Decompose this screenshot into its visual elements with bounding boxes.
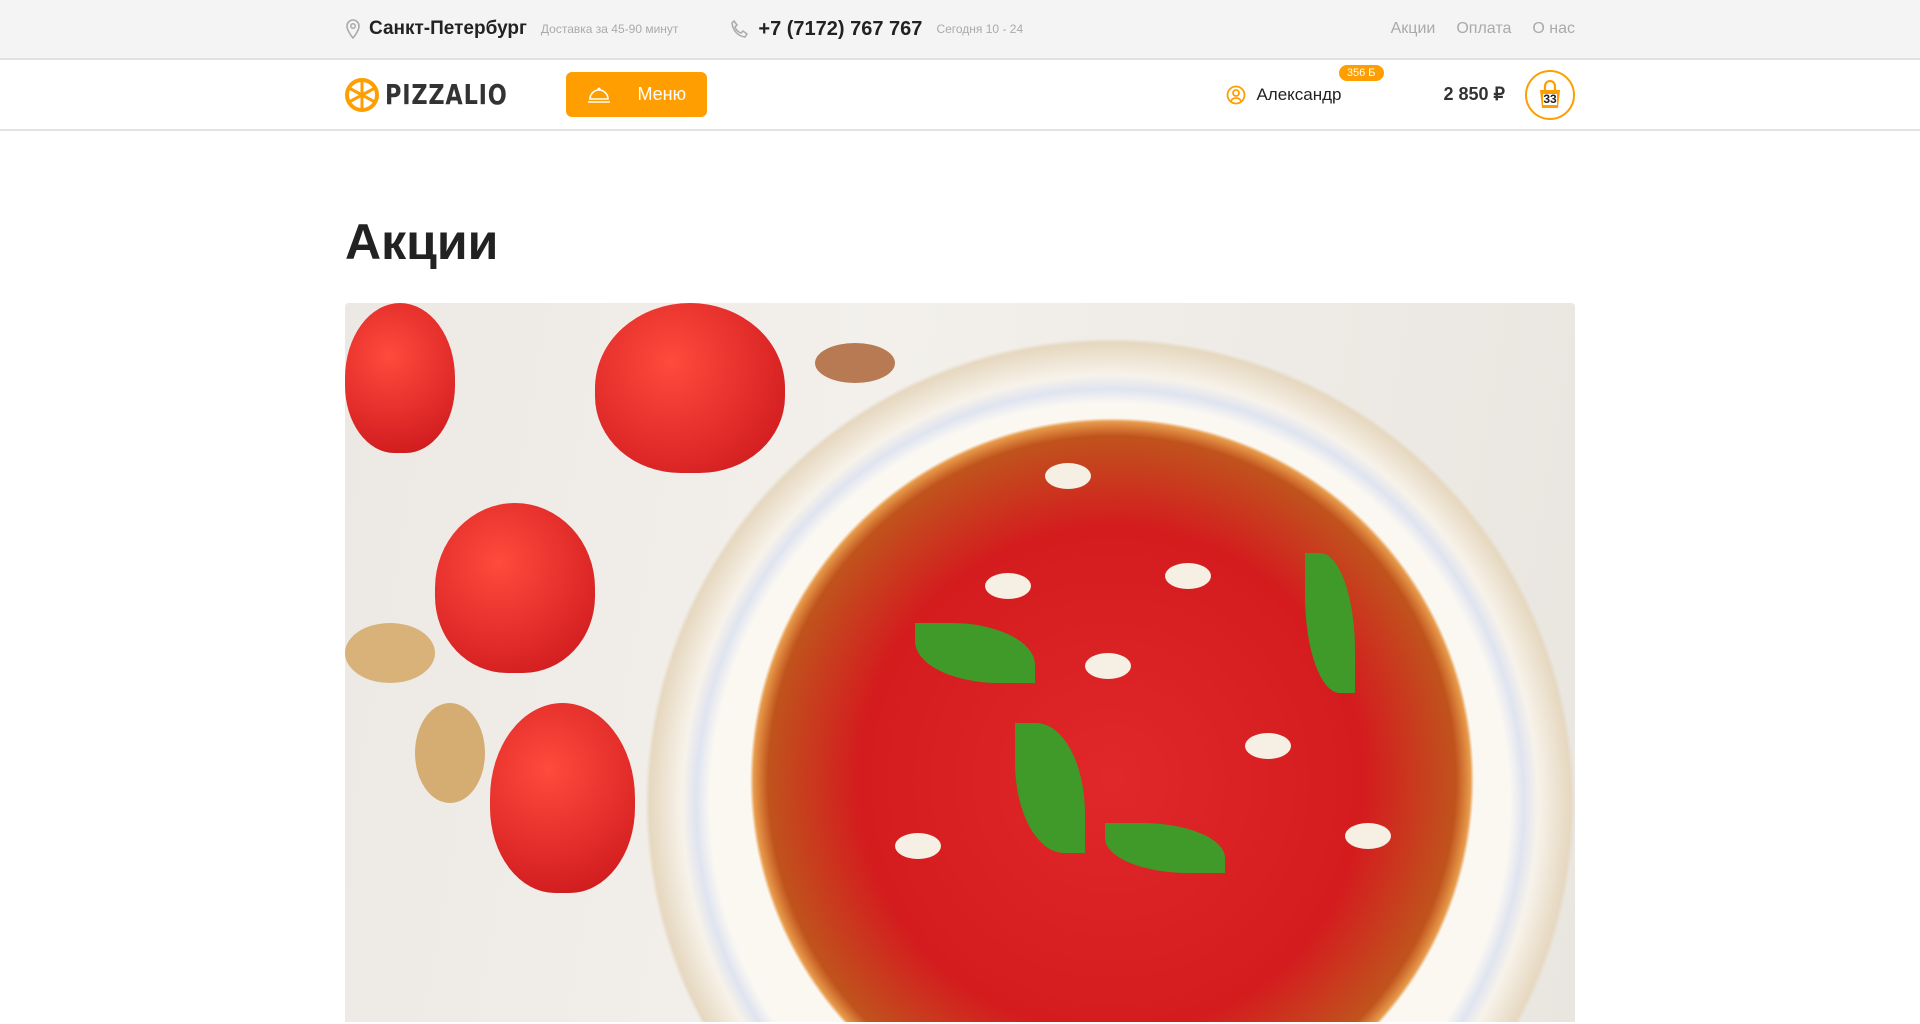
top-bar: Санкт-Петербург Доставка за 45-90 минут … [0, 0, 1920, 60]
location-pin-icon [346, 19, 360, 39]
nav-link-promotions[interactable]: Акции [1391, 20, 1436, 38]
bonus-badge: 356 Б [1338, 64, 1384, 81]
delivery-time: Доставка за 45-90 минут [540, 22, 679, 36]
phone-number[interactable]: +7 (7172) 767 767 [758, 18, 922, 41]
working-hours: Сегодня 10 - 24 [936, 22, 1024, 36]
menu-label: Меню [637, 84, 687, 104]
top-nav: Акции Оплата О нас [1391, 20, 1575, 38]
strawberry [490, 703, 635, 893]
cart-total: 2 850 ₽ [1443, 84, 1506, 104]
cart-button[interactable]: 33 [1525, 69, 1575, 120]
almond-flake [1245, 733, 1291, 759]
phone-block: +7 (7172) 767 767 Сегодня 10 - 24 [730, 18, 1023, 41]
cart-count: 33 [1543, 91, 1557, 106]
logo[interactable]: PIZZALIO [345, 77, 538, 112]
user-icon [1227, 85, 1246, 104]
almond-flake [895, 833, 941, 859]
phone-icon [731, 19, 749, 38]
almond-flake [1045, 463, 1091, 489]
user-account[interactable]: Александр 356 Б [1226, 64, 1384, 105]
logo-text: PIZZALIO [385, 78, 508, 111]
strawberry [345, 303, 455, 453]
cloche-icon [588, 87, 611, 103]
almond-flake [1165, 563, 1211, 589]
nav-link-about[interactable]: О нас [1532, 20, 1575, 38]
pizza-logo-icon [345, 77, 379, 112]
strawberry [435, 503, 595, 673]
almond [345, 623, 435, 683]
page-title: Акции [345, 214, 499, 270]
strawberry [595, 303, 785, 473]
menu-button[interactable]: Меню [566, 72, 708, 117]
almond-flake [985, 573, 1031, 599]
nav-link-payment[interactable]: Оплата [1456, 20, 1511, 38]
almond-flake [1345, 823, 1391, 849]
almond-flake [1085, 653, 1131, 679]
user-name[interactable]: Александр [1256, 85, 1341, 105]
main-header: PIZZALIO Меню Александр 356 Б 2 850 ₽ 33 [0, 60, 1920, 131]
almond [815, 343, 895, 383]
city-selector[interactable]: Санкт-Петербург Доставка за 45-90 минут [345, 18, 678, 40]
city-name[interactable]: Санкт-Петербург [369, 18, 527, 40]
almond [415, 703, 485, 803]
promo-banner-image[interactable] [345, 303, 1575, 1022]
